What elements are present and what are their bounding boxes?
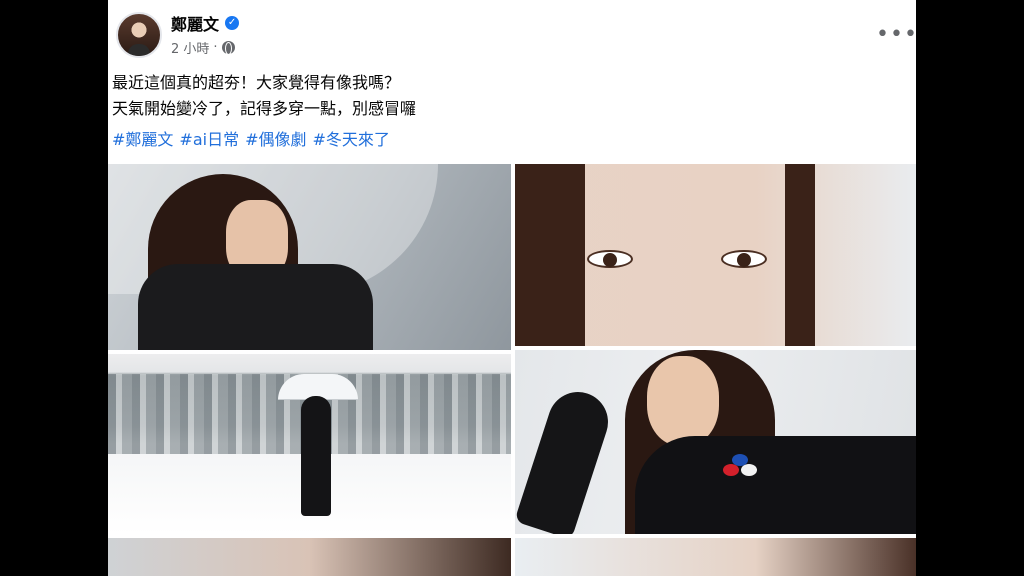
post-text-line: 天氣開始變冷了，記得多穿一點，別感冒囉 <box>112 99 417 118</box>
meta-separator: · <box>213 40 218 55</box>
photo-partial-bottom-left[interactable] <box>108 538 511 576</box>
post-header: 鄭麗文 ✓ 2 小時 · ••• <box>108 0 916 62</box>
hashtag-row: #鄭麗文 #ai日常 #偶像劇 #冬天來了 <box>112 126 390 150</box>
photo-grid <box>108 164 916 576</box>
facebook-post: 鄭麗文 ✓ 2 小時 · ••• 最近這個真的超夯！大家覺得有像我嗎？ 天氣開始… <box>108 0 916 576</box>
hair-shape <box>785 164 815 346</box>
hashtag-link[interactable]: #鄭麗文 <box>112 126 173 150</box>
photo-woman-with-umbrella[interactable] <box>108 164 511 350</box>
hashtag-link[interactable]: #偶像劇 <box>245 126 306 150</box>
hair-shape <box>515 164 585 346</box>
author-name[interactable]: 鄭麗文 <box>171 11 219 35</box>
hashtag-link[interactable]: #ai日常 <box>179 126 239 150</box>
scarf-shape <box>138 264 373 350</box>
eye-shape <box>587 250 633 268</box>
eye-shape <box>721 250 767 268</box>
post-text: 最近這個真的超夯！大家覺得有像我嗎？ 天氣開始變冷了，記得多穿一點，別感冒囉 <box>112 70 902 122</box>
avatar[interactable] <box>116 12 162 58</box>
face-shape <box>647 356 719 446</box>
photo-smiling-with-glove[interactable] <box>515 350 916 534</box>
globe-icon <box>221 41 235 55</box>
photo-partial-bottom-right[interactable] <box>515 538 916 576</box>
post-text-line: 最近這個真的超夯！大家覺得有像我嗎？ <box>112 73 401 92</box>
glove-shape <box>515 384 616 534</box>
verified-badge-icon: ✓ <box>225 16 240 30</box>
photo-snow-field[interactable] <box>108 354 511 534</box>
scarf-shape <box>635 436 916 534</box>
more-options-icon[interactable]: ••• <box>876 22 916 47</box>
photo-eyes-closeup[interactable] <box>515 164 916 346</box>
brooch-icon <box>723 454 757 484</box>
person-shape <box>301 396 331 516</box>
hashtag-link[interactable]: #冬天來了 <box>313 126 390 150</box>
post-meta: 2 小時 · <box>171 38 235 57</box>
post-time[interactable]: 2 小時 <box>171 38 209 57</box>
author-row: 鄭麗文 ✓ <box>171 11 240 35</box>
